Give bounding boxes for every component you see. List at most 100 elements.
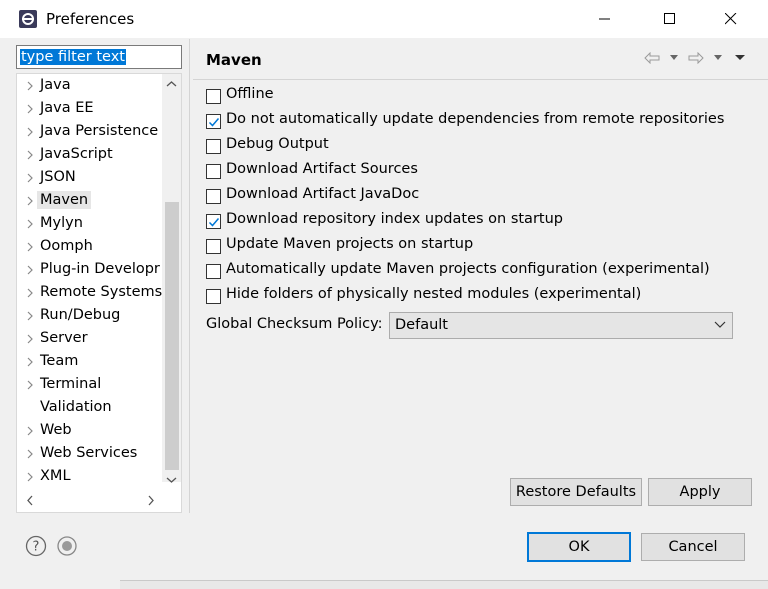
- panel-divider[interactable]: [189, 39, 193, 513]
- tree-item-label: Java EE: [40, 100, 94, 116]
- tree-item-label: Server: [40, 330, 88, 346]
- checksum-policy-select[interactable]: Default: [389, 312, 733, 339]
- tree-item[interactable]: XML: [17, 466, 167, 489]
- tree-item-label: Run/Debug: [40, 307, 121, 323]
- checkbox[interactable]: [206, 289, 221, 304]
- chevron-down-icon: [714, 321, 726, 328]
- header-separator: [193, 79, 768, 80]
- window-title: Preferences: [46, 10, 135, 28]
- back-button[interactable]: [642, 49, 662, 67]
- filter-input[interactable]: type filter text: [16, 45, 182, 69]
- checkmark-icon: [208, 118, 220, 127]
- tree-item[interactable]: JSON: [17, 167, 167, 190]
- checkbox[interactable]: [206, 214, 221, 229]
- restore-defaults-label: Restore Defaults: [515, 484, 637, 500]
- tree-item[interactable]: Terminal: [17, 374, 167, 397]
- option-label: Hide folders of physically nested module…: [226, 286, 642, 302]
- tree-item-label: Java Persistence: [40, 123, 159, 139]
- tree-item[interactable]: Plug-in Developr: [17, 259, 167, 282]
- tree-item[interactable]: Java Persistence: [17, 121, 167, 144]
- expand-chevron-icon[interactable]: [25, 80, 35, 92]
- forward-button[interactable]: [686, 49, 706, 67]
- tree-item[interactable]: Server: [17, 328, 167, 351]
- expand-chevron-icon[interactable]: [25, 264, 35, 276]
- tree-item-label: JavaScript: [40, 146, 113, 162]
- checkbox[interactable]: [206, 89, 221, 104]
- expand-chevron-icon[interactable]: [25, 310, 35, 322]
- checkbox[interactable]: [206, 264, 221, 279]
- expand-chevron-icon[interactable]: [25, 218, 35, 230]
- checkbox[interactable]: [206, 239, 221, 254]
- svg-text:?: ?: [33, 540, 40, 555]
- expand-chevron-icon[interactable]: [25, 333, 35, 345]
- tree-item-label: Validation: [40, 399, 112, 415]
- title-bar[interactable]: Preferences: [0, 0, 768, 38]
- checkbox[interactable]: [206, 114, 221, 129]
- record-macro-icon[interactable]: [56, 535, 78, 557]
- close-button[interactable]: [708, 0, 754, 38]
- tree-item[interactable]: Remote Systems: [17, 282, 167, 305]
- expand-chevron-icon[interactable]: [25, 379, 35, 391]
- tree-item-label: Oomph: [40, 238, 93, 254]
- checkbox[interactable]: [206, 189, 221, 204]
- tree-item[interactable]: Run/Debug: [17, 305, 167, 328]
- tree-horizontal-scrollbar[interactable]: [17, 489, 162, 512]
- tree-item-label: XML: [40, 468, 71, 484]
- view-menu-button[interactable]: [730, 49, 750, 67]
- expand-chevron-icon[interactable]: [25, 241, 35, 253]
- option-label: Debug Output: [226, 136, 329, 152]
- help-icon[interactable]: ?: [25, 535, 47, 557]
- expand-chevron-icon[interactable]: [25, 356, 35, 368]
- expand-chevron-icon[interactable]: [25, 195, 35, 207]
- expand-chevron-icon[interactable]: [25, 126, 35, 138]
- expand-chevron-icon[interactable]: [25, 425, 35, 437]
- expand-chevron-icon[interactable]: [25, 103, 35, 115]
- tree-item-label: Plug-in Developr: [40, 261, 160, 277]
- scroll-left-icon[interactable]: [25, 495, 36, 506]
- expand-chevron-icon[interactable]: [25, 471, 35, 483]
- restore-defaults-button[interactable]: Restore Defaults: [510, 478, 642, 506]
- checksum-policy-value: Default: [395, 317, 448, 333]
- preference-tree[interactable]: Java Java EE Java Persistence JavaScript JSO…: [16, 73, 182, 513]
- tree-item[interactable]: Maven: [17, 190, 167, 213]
- minimize-button[interactable]: [582, 0, 628, 38]
- tree-item-label: Team: [40, 353, 79, 369]
- tree-item[interactable]: Java: [17, 75, 167, 98]
- apply-button[interactable]: Apply: [648, 478, 752, 506]
- option-label: Update Maven projects on startup: [226, 236, 474, 252]
- ok-label: OK: [568, 539, 590, 555]
- expand-chevron-icon[interactable]: [25, 448, 35, 460]
- cancel-button[interactable]: Cancel: [641, 533, 745, 561]
- background-window-strip: [120, 580, 768, 589]
- option-label: Download repository index updates on sta…: [226, 211, 563, 227]
- tree-item[interactable]: Web Services: [17, 443, 167, 466]
- minimize-icon: [599, 18, 610, 20]
- scroll-right-icon[interactable]: [145, 495, 156, 506]
- tree-item[interactable]: Team: [17, 351, 167, 374]
- filter-text: type filter text: [20, 49, 126, 65]
- back-menu-button[interactable]: [664, 49, 684, 67]
- tree-item[interactable]: Oomph: [17, 236, 167, 259]
- checkmark-icon: [208, 218, 220, 227]
- option-label: Download Artifact JavaDoc: [226, 186, 420, 202]
- expand-chevron-icon[interactable]: [25, 172, 35, 184]
- ok-button[interactable]: OK: [527, 532, 631, 562]
- expand-chevron-icon[interactable]: [25, 149, 35, 161]
- scrollbar-thumb[interactable]: [165, 202, 179, 470]
- expand-chevron-icon[interactable]: [25, 287, 35, 299]
- option-label: Do not automatically update dependencies…: [226, 111, 725, 127]
- checkbox[interactable]: [206, 139, 221, 154]
- scroll-up-icon[interactable]: [166, 79, 177, 90]
- tree-vertical-scrollbar[interactable]: [162, 74, 181, 485]
- forward-menu-button[interactable]: [708, 49, 728, 67]
- tree-item-label: Remote Systems: [40, 284, 163, 300]
- apply-label: Apply: [679, 484, 721, 500]
- maximize-button[interactable]: [647, 0, 693, 38]
- scroll-down-icon[interactable]: [166, 474, 177, 485]
- tree-item[interactable]: Mylyn: [17, 213, 167, 236]
- tree-item[interactable]: Validation: [17, 397, 167, 420]
- checkbox[interactable]: [206, 164, 221, 179]
- tree-item[interactable]: JavaScript: [17, 144, 167, 167]
- tree-item[interactable]: Java EE: [17, 98, 167, 121]
- tree-item[interactable]: Web: [17, 420, 167, 443]
